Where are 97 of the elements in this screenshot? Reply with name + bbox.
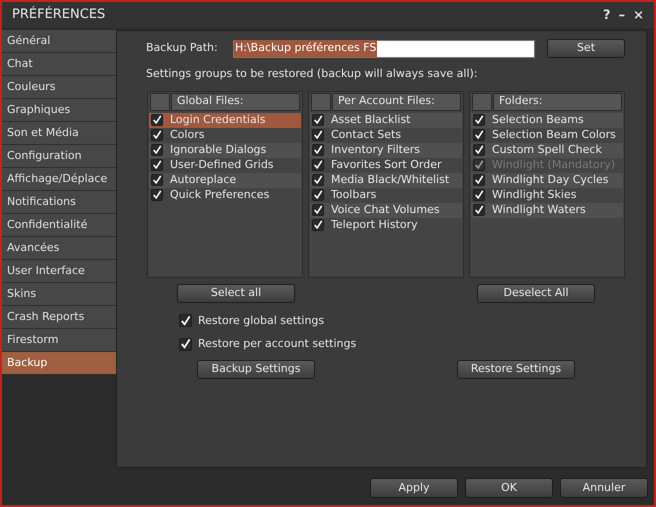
checkbox[interactable] (312, 204, 324, 216)
item-label: Windlight Skies (492, 186, 576, 203)
checkbox[interactable] (151, 129, 163, 141)
item-label: Custom Spell Check (492, 142, 602, 158)
dialog-button[interactable]: OK (465, 478, 553, 498)
sidebar-tab[interactable]: Graphiques (2, 99, 116, 121)
checkbox[interactable] (312, 174, 324, 186)
sidebar-tab[interactable]: Backup (2, 352, 116, 374)
list-row[interactable]: Asset Blacklist (310, 112, 462, 128)
item-label: Quick Preferences (170, 186, 270, 203)
list-row[interactable]: Media Black/Whitelist (310, 172, 462, 188)
list-row[interactable]: Login Credentials (149, 112, 301, 128)
list-row[interactable]: Voice Chat Volumes (310, 202, 462, 218)
field-label: Backup Path: (146, 40, 219, 56)
list-row[interactable]: Quick Preferences (149, 188, 301, 202)
sidebar-tab[interactable]: Firestorm (2, 329, 116, 351)
list-row[interactable]: Selection Beams (471, 112, 623, 128)
list-row[interactable]: Autoreplace (149, 172, 301, 188)
dialog-button[interactable]: Apply (370, 478, 458, 498)
sidebar-tab[interactable]: Confidentialité (2, 214, 116, 236)
option-label: Restore per account settings (198, 336, 356, 352)
item-label: Contact Sets (331, 126, 402, 143)
select-all-button[interactable]: Select all (177, 284, 295, 302)
list-row[interactable]: Custom Spell Check (471, 142, 623, 158)
set-button[interactable]: Set (547, 39, 625, 58)
checkbox[interactable] (312, 159, 324, 171)
item-label: Windlight Waters (492, 202, 586, 218)
list-row[interactable]: Favorites Sort Order (310, 158, 462, 172)
checkbox[interactable] (473, 114, 485, 126)
column-header[interactable]: Global Files: (171, 92, 300, 110)
checkbox[interactable] (312, 219, 324, 231)
list-row[interactable]: Toolbars (310, 188, 462, 202)
checkbox[interactable] (179, 314, 192, 328)
sidebar-tab[interactable]: User Interface (2, 260, 116, 282)
deselect-all-button[interactable]: Deselect All (477, 284, 595, 302)
list-row[interactable]: User-Defined Grids (149, 158, 301, 172)
sidebar-tab[interactable]: Configuration (2, 145, 116, 167)
checkbox[interactable] (312, 144, 324, 156)
list-row[interactable]: Colors (149, 128, 301, 142)
checkbox[interactable] (312, 129, 324, 141)
checkbox[interactable] (179, 338, 192, 351)
window-title: PRÉFÉRENCES (12, 5, 106, 24)
restore-settings-button[interactable]: Restore Settings (457, 360, 575, 378)
sidebar-tab[interactable]: Crash Reports (2, 306, 116, 328)
option-label: Restore global settings (198, 312, 324, 328)
checkbox[interactable] (473, 204, 485, 216)
checkbox[interactable] (151, 159, 163, 171)
sidebar-tab[interactable]: Affichage/Déplace (2, 168, 116, 190)
title-bar-button[interactable]: × (633, 8, 644, 22)
sidebar-tab[interactable]: Son et Média (2, 122, 116, 144)
checkbox[interactable] (473, 129, 485, 141)
item-label: Toolbars (331, 186, 376, 203)
item-label: Selection Beams (492, 112, 584, 128)
item-label: Voice Chat Volumes (331, 202, 440, 218)
list-row[interactable]: Windlight Waters (471, 202, 623, 218)
list-row[interactable]: Windlight Day Cycles (471, 172, 623, 188)
checkbox[interactable] (473, 174, 485, 186)
sidebar-tab[interactable]: Skins (2, 283, 116, 305)
backup-settings-button[interactable]: Backup Settings (197, 360, 315, 378)
sidebar-tab[interactable]: Notifications (2, 191, 116, 213)
column-header[interactable]: Folders: (493, 92, 622, 110)
list-row[interactable]: Contact Sets (310, 128, 462, 142)
item-label: User-Defined Grids (170, 156, 274, 173)
item-label: Login Credentials (170, 112, 266, 128)
item-label: Media Black/Whitelist (331, 172, 450, 188)
title-bar-button[interactable]: – (618, 8, 626, 22)
sidebar-tab[interactable]: Général (2, 30, 116, 52)
path-field[interactable]: H:\Backup préférences FS (233, 40, 535, 58)
list-row[interactable]: Windlight Skies (471, 188, 623, 202)
checkbox[interactable] (312, 114, 324, 126)
sidebar-tab[interactable]: Chat (2, 53, 116, 75)
item-label: Teleport History (331, 216, 418, 233)
checkbox[interactable] (151, 144, 163, 156)
checkbox[interactable] (473, 189, 485, 201)
title-bar-button[interactable]: ? (603, 8, 611, 22)
item-label: Asset Blacklist (331, 112, 410, 128)
item-label: Colors (170, 126, 204, 143)
item-label: Favorites Sort Order (331, 156, 442, 173)
column-header[interactable]: Per Account Files: (332, 92, 461, 110)
list-row[interactable]: Inventory Filters (310, 142, 462, 158)
list-row[interactable]: Selection Beam Colors (471, 128, 623, 142)
checkbox[interactable] (312, 189, 324, 201)
checkbox[interactable] (151, 189, 163, 201)
item-label: Autoreplace (170, 172, 236, 188)
item-label: Windlight Day Cycles (492, 172, 609, 188)
sidebar-tab[interactable]: Avancées (2, 237, 116, 259)
list-row[interactable]: Teleport History (310, 218, 462, 232)
checkbox[interactable] (151, 174, 163, 186)
item-label: Ignorable Dialogs (170, 142, 266, 158)
item-label: Selection Beam Colors (492, 126, 616, 143)
checkbox[interactable] (473, 144, 485, 156)
sidebar-tab[interactable]: Couleurs (2, 76, 116, 98)
checkbox[interactable] (151, 114, 163, 126)
item-label: Inventory Filters (331, 142, 420, 158)
instruction-text: Settings groups to be restored (backup will always save all): (146, 66, 478, 82)
dialog-button[interactable]: Annuler (560, 478, 648, 498)
list-row[interactable]: Ignorable Dialogs (149, 142, 301, 158)
